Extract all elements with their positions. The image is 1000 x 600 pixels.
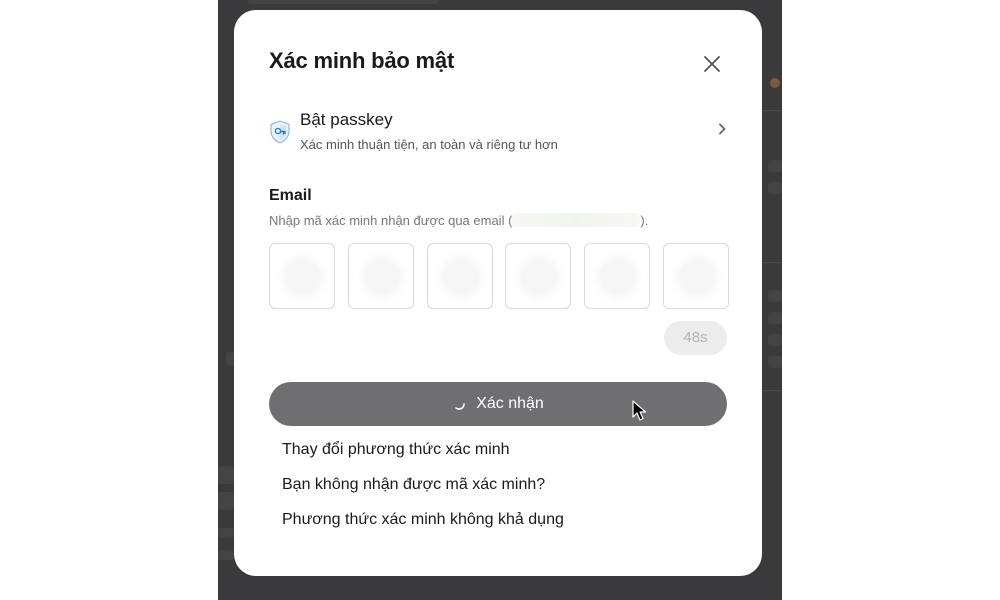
no-code-received-link[interactable]: Bạn không nhận được mã xác minh? [282,476,545,494]
close-icon [704,56,720,72]
shield-passkey-icon [270,120,290,144]
code-digit-placeholder [522,260,557,294]
method-unavailable-link[interactable]: Phương thức xác minh không khả dụng [282,511,564,529]
background-text-line [248,0,438,4]
email-hint-prefix: Nhập mã xác minh nhận được qua email ( [269,213,513,228]
background-text-line [218,466,234,484]
security-verification-dialog: Xác minh bảo mật Bật passkey Xác minh th… [234,10,762,576]
masked-email-address [512,213,641,227]
code-digit-input-4[interactable] [505,243,572,309]
code-digit-placeholder [286,260,320,294]
background-text-line [768,334,782,346]
close-button[interactable] [700,52,724,76]
change-verification-method-link[interactable]: Thay đổi phương thức xác minh [282,441,510,459]
code-digit-placeholder [680,260,714,294]
background-text-line [218,492,234,510]
mouse-cursor-icon [632,400,647,421]
passkey-subtitle: Xác minh thuận tiện, an toàn và riêng tư… [300,137,558,152]
code-digit-placeholder [443,260,478,294]
email-hint-text: Nhập mã xác minh nhận được qua email (). [269,213,648,228]
code-digit-input-5[interactable] [584,243,651,309]
background-text-line [768,356,782,368]
confirm-button[interactable]: Xác nhận [269,382,727,426]
background-text-line [768,290,782,302]
confirm-button-label: Xác nhận [476,395,544,412]
passkey-title: Bật passkey [300,110,393,129]
background-divider [762,390,782,391]
email-section-label: Email [269,187,312,204]
loading-spinner-icon [455,403,465,410]
background-text-line [768,312,782,324]
background-divider [762,110,782,111]
background-text-line [218,528,234,538]
background-text-line [218,550,234,560]
background-avatar [770,78,780,88]
code-digit-input-1[interactable] [269,243,335,309]
enable-passkey-option[interactable]: Bật passkey Xác minh thuận tiện, an toàn… [269,106,729,162]
screen: Xác minh bảo mật Bật passkey Xác minh th… [0,0,1000,600]
chevron-right-icon [719,123,726,135]
background-divider [762,262,782,263]
code-digit-placeholder [364,260,399,294]
code-digit-input-3[interactable] [426,243,493,309]
dialog-title: Xác minh bảo mật [269,48,455,73]
code-digit-input-2[interactable] [347,243,414,309]
verification-code-inputs [269,243,729,309]
resend-countdown-button[interactable]: 48s [664,321,727,355]
confirm-button-content: Xác nhận [269,382,727,426]
background-text-line [768,182,782,194]
code-digit-placeholder [601,260,636,294]
email-hint-suffix: ). [640,213,649,228]
background-text-line [768,160,782,172]
code-digit-input-6[interactable] [663,243,729,309]
